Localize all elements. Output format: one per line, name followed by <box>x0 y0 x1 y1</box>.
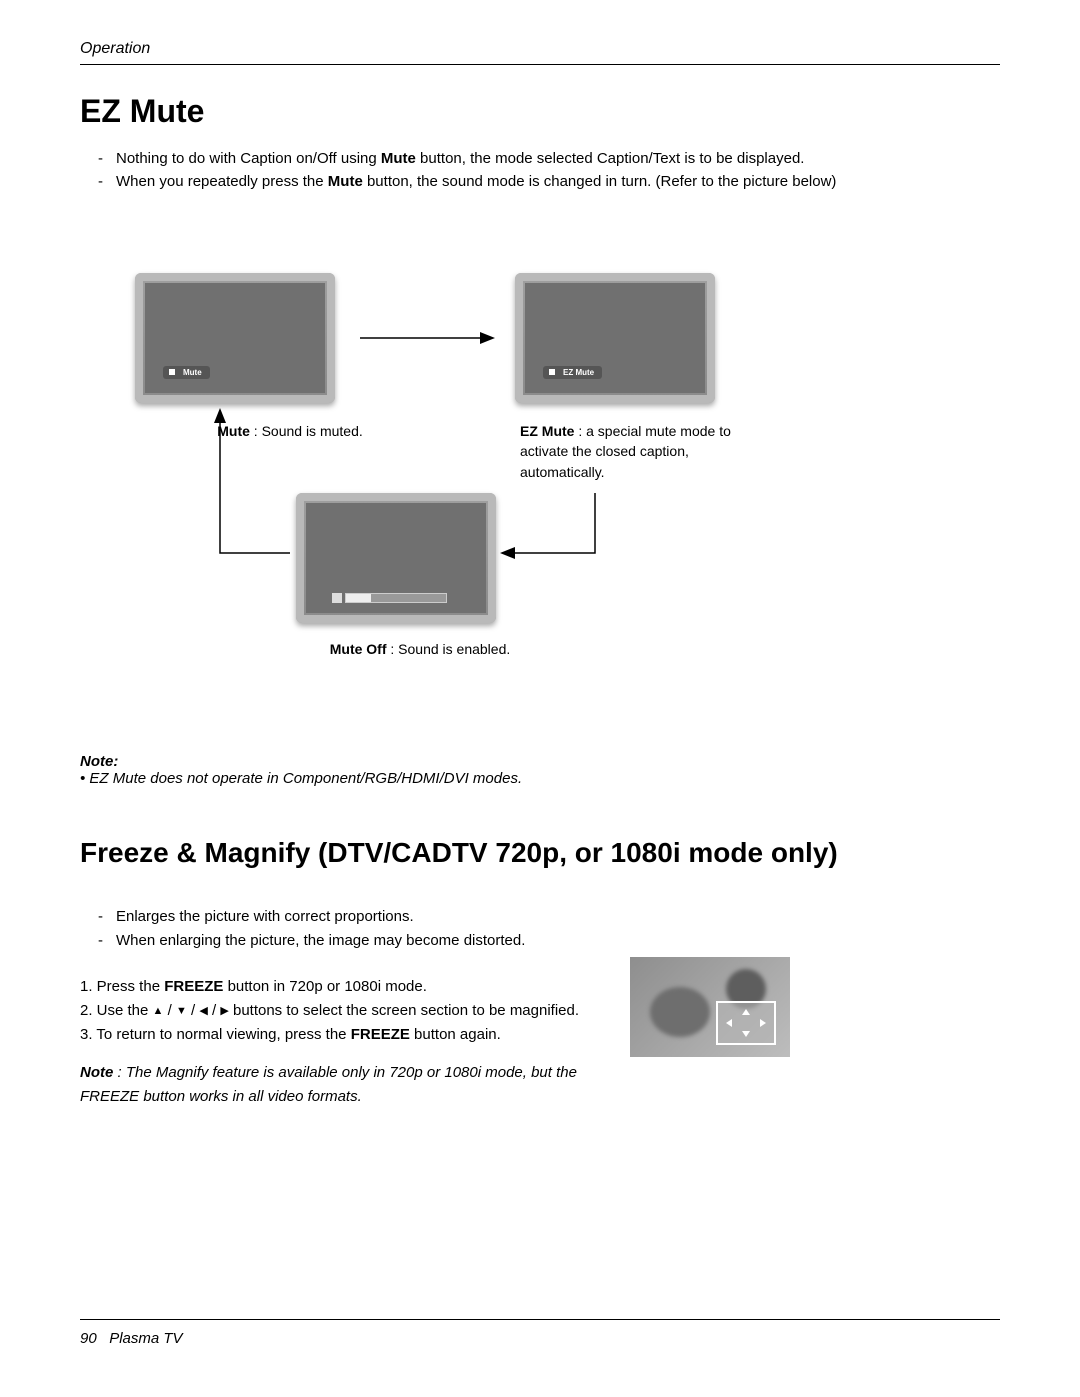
arrow-right-icon <box>360 328 500 348</box>
ezmute-title: EZ Mute <box>80 93 1000 130</box>
triangle-up-icon <box>742 1009 750 1015</box>
mute-osd-pill: Mute <box>163 366 210 379</box>
ezmute-diagram: Mute Mute : Sound is muted. EZ Mute EZ M… <box>80 273 1000 693</box>
note-label: Note: <box>80 753 1000 770</box>
step-3: 3. To return to normal viewing, press th… <box>80 1023 600 1047</box>
product-name: Plasma TV <box>109 1330 182 1347</box>
tv-caption-ezmute: EZ Mute : a special mute mode to activat… <box>520 421 750 482</box>
step-2: 2. Use the ▲ / ▼ / ◀ / ▶ buttons to sele… <box>80 999 600 1023</box>
text-bold: Mute <box>328 173 363 190</box>
tv-screen-ezmute: EZ Mute <box>515 273 715 403</box>
list-item: -Enlarges the picture with correct propo… <box>98 905 1000 929</box>
text: When you repeatedly press the <box>116 173 328 190</box>
arrow-up-left-icon <box>210 408 300 563</box>
ezmute-osd-pill: EZ Mute <box>543 366 602 379</box>
ezmute-description: - Nothing to do with Caption on/Off usin… <box>98 148 1000 193</box>
freeze-note: Note : The Magnify feature is available … <box>80 1061 600 1109</box>
text: button, the mode selected Caption/Text i… <box>416 150 805 167</box>
text: Nothing to do with Caption on/Off using <box>116 150 381 167</box>
arrow-down-left-icon <box>500 493 610 563</box>
page-number: 90 <box>80 1330 97 1347</box>
list-item: -When enlarging the picture, the image m… <box>98 929 1000 953</box>
magnify-box-icon <box>716 1001 776 1045</box>
page-footer: 90 Plasma TV <box>80 1319 1000 1347</box>
triangle-down-icon <box>742 1031 750 1037</box>
magnify-illustration <box>630 957 790 1057</box>
note-text: • EZ Mute does not operate in Component/… <box>80 770 1000 787</box>
section-breadcrumb: Operation <box>80 40 1000 65</box>
freeze-steps: 1. Press the FREEZE button in 720p or 10… <box>80 975 600 1109</box>
tv-caption-muteoff: Mute Off : Sound is enabled. <box>295 639 545 659</box>
triangle-right-icon: ▶ <box>220 1003 228 1021</box>
tv-screen-mute: Mute <box>135 273 335 403</box>
triangle-down-icon: ▼ <box>176 1003 187 1021</box>
triangle-left-icon <box>726 1019 732 1027</box>
ezmute-note: Note: • EZ Mute does not operate in Comp… <box>80 753 1000 787</box>
triangle-up-icon: ▲ <box>153 1003 164 1021</box>
freeze-title: Freeze & Magnify (DTV/CADTV 720p, or 108… <box>80 837 1000 869</box>
list-item: - When you repeatedly press the Mute but… <box>98 171 1000 194</box>
text: button, the sound mode is changed in tur… <box>363 173 837 190</box>
volume-bar-icon <box>345 593 447 603</box>
tv-screen-muteoff <box>296 493 496 623</box>
freeze-description: -Enlarges the picture with correct propo… <box>80 905 1000 1109</box>
list-item: - Nothing to do with Caption on/Off usin… <box>98 148 1000 171</box>
text-bold: Mute <box>381 150 416 167</box>
triangle-left-icon: ◀ <box>199 1003 207 1021</box>
step-1: 1. Press the FREEZE button in 720p or 10… <box>80 975 600 999</box>
triangle-right-icon <box>760 1019 766 1027</box>
manual-page: Operation EZ Mute - Nothing to do with C… <box>0 0 1080 1397</box>
